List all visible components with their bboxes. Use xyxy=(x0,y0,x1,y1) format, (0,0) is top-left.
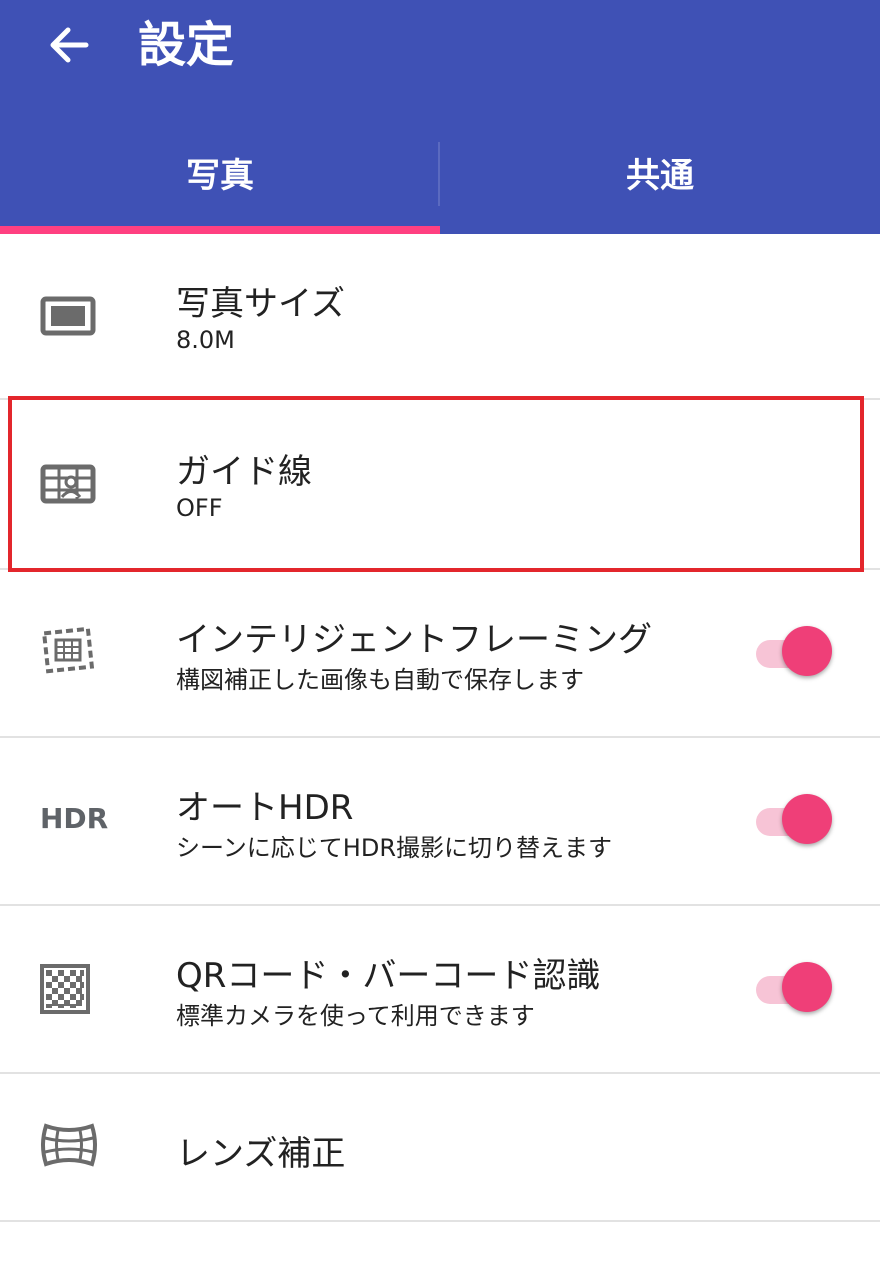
app-bar: 設定 写真 共通 xyxy=(0,0,880,234)
tab-common[interactable]: 共通 xyxy=(440,146,880,206)
lens-correction-icon xyxy=(41,1123,97,1167)
page-title: 設定 xyxy=(138,17,235,73)
toggle-knob xyxy=(782,962,832,1012)
highlight-box xyxy=(8,396,864,572)
setting-photo-size[interactable]: 写真サイズ 8.0M xyxy=(0,234,880,398)
setting-description: シーンに応じてHDR撮影に切り替えます xyxy=(176,834,613,862)
setting-title: QRコード・バーコード認識 xyxy=(176,956,601,996)
setting-qr-code[interactable]: QRコード・バーコード認識 標準カメラを使って利用できます xyxy=(0,906,880,1072)
setting-value: 8.0M xyxy=(176,326,235,354)
setting-description: 構図補正した画像も自動で保存します xyxy=(176,666,584,694)
framing-icon xyxy=(41,626,95,674)
hdr-icon: HDR xyxy=(40,802,109,835)
setting-lens-correction[interactable]: レンズ補正 xyxy=(0,1074,880,1220)
qr-toggle[interactable] xyxy=(756,962,836,1016)
photo-size-icon xyxy=(40,296,96,336)
setting-description: 標準カメラを使って利用できます xyxy=(176,1002,535,1030)
tab-photo[interactable]: 写真 xyxy=(0,146,440,206)
toggle-knob xyxy=(782,794,832,844)
arrow-left-icon[interactable] xyxy=(44,20,94,70)
setting-title: 写真サイズ xyxy=(176,284,345,324)
setting-auto-hdr[interactable]: HDR オートHDR シーンに応じてHDR撮影に切り替えます xyxy=(0,738,880,904)
tab-indicator xyxy=(0,226,440,234)
toggle-knob xyxy=(782,626,832,676)
setting-intelligent-framing[interactable]: インテリジェントフレーミング 構図補正した画像も自動で保存します xyxy=(0,570,880,736)
qr-code-icon xyxy=(40,964,90,1014)
hdr-toggle[interactable] xyxy=(756,794,836,848)
divider xyxy=(0,1220,880,1222)
setting-title: レンズ補正 xyxy=(176,1134,346,1174)
setting-title: インテリジェントフレーミング xyxy=(176,620,652,660)
setting-title: オートHDR xyxy=(176,788,354,828)
framing-toggle[interactable] xyxy=(756,626,836,680)
